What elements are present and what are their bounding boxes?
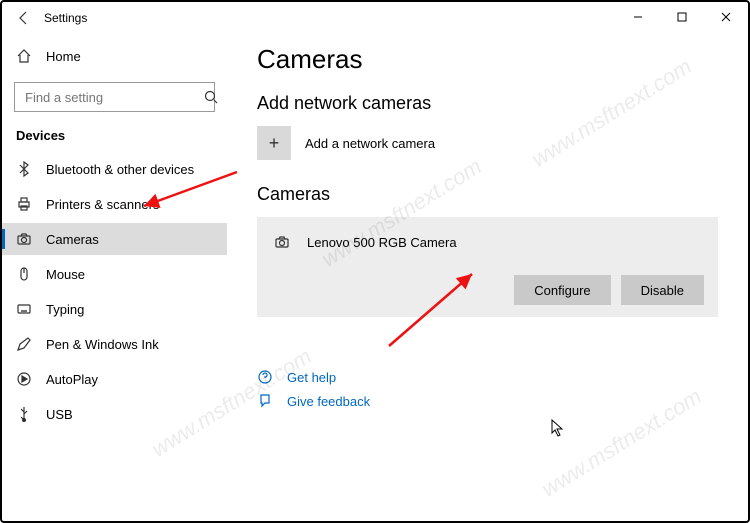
sidebar-item-printers[interactable]: Printers & scanners [2,188,227,220]
pen-icon [16,336,32,352]
bluetooth-icon [16,161,32,177]
back-button[interactable] [10,4,38,32]
plus-icon: + [257,126,291,160]
usb-icon [16,406,32,422]
get-help-label[interactable]: Get help [287,370,336,385]
autoplay-icon [16,371,32,387]
sidebar-home[interactable]: Home [2,40,227,72]
sidebar-item-label: AutoPlay [46,372,98,387]
sidebar-item-typing[interactable]: Typing [2,293,227,325]
mouse-icon [16,266,32,282]
search-input[interactable] [23,89,203,106]
sidebar-home-label: Home [46,49,81,64]
help-icon [257,369,273,385]
window-title: Settings [44,11,87,25]
sidebar-category: Devices [2,128,227,153]
minimize-button[interactable] [616,2,660,32]
search-icon [203,89,219,105]
close-button[interactable] [704,2,748,32]
sidebar-item-label: Cameras [46,232,99,247]
feedback-icon [257,393,273,409]
sidebar-item-mouse[interactable]: Mouse [2,258,227,290]
camera-icon [271,231,293,253]
disable-button[interactable]: Disable [621,275,704,305]
sidebar: Home Devices Bluetooth & other devices P… [2,34,227,521]
sidebar-item-label: Typing [46,302,84,317]
maximize-button[interactable] [660,2,704,32]
get-help-link[interactable]: Get help [257,369,718,385]
sidebar-item-pen[interactable]: Pen & Windows Ink [2,328,227,360]
sidebar-item-label: Bluetooth & other devices [46,162,194,177]
printer-icon [16,196,32,212]
keyboard-icon [16,301,32,317]
device-name: Lenovo 500 RGB Camera [307,235,457,250]
titlebar: Settings [2,2,748,34]
camera-device-card[interactable]: Lenovo 500 RGB Camera Configure Disable [257,217,718,317]
home-icon [16,48,32,64]
search-box[interactable] [14,82,215,112]
list-section-heading: Cameras [257,184,718,205]
give-feedback-label[interactable]: Give feedback [287,394,370,409]
cursor-icon [551,419,565,437]
sidebar-item-usb[interactable]: USB [2,398,227,430]
sidebar-item-label: Printers & scanners [46,197,159,212]
sidebar-item-label: USB [46,407,73,422]
sidebar-item-cameras[interactable]: Cameras [2,223,227,255]
page-title: Cameras [257,44,718,75]
arrow-left-icon [16,10,32,26]
add-network-camera-label: Add a network camera [305,136,435,151]
content-pane: Cameras Add network cameras + Add a netw… [227,34,748,521]
sidebar-item-label: Mouse [46,267,85,282]
give-feedback-link[interactable]: Give feedback [257,393,718,409]
add-section-heading: Add network cameras [257,93,718,114]
configure-button[interactable]: Configure [514,275,610,305]
add-network-camera[interactable]: + Add a network camera [257,126,718,160]
sidebar-item-bluetooth[interactable]: Bluetooth & other devices [2,153,227,185]
sidebar-item-autoplay[interactable]: AutoPlay [2,363,227,395]
camera-icon [16,231,32,247]
sidebar-item-label: Pen & Windows Ink [46,337,159,352]
